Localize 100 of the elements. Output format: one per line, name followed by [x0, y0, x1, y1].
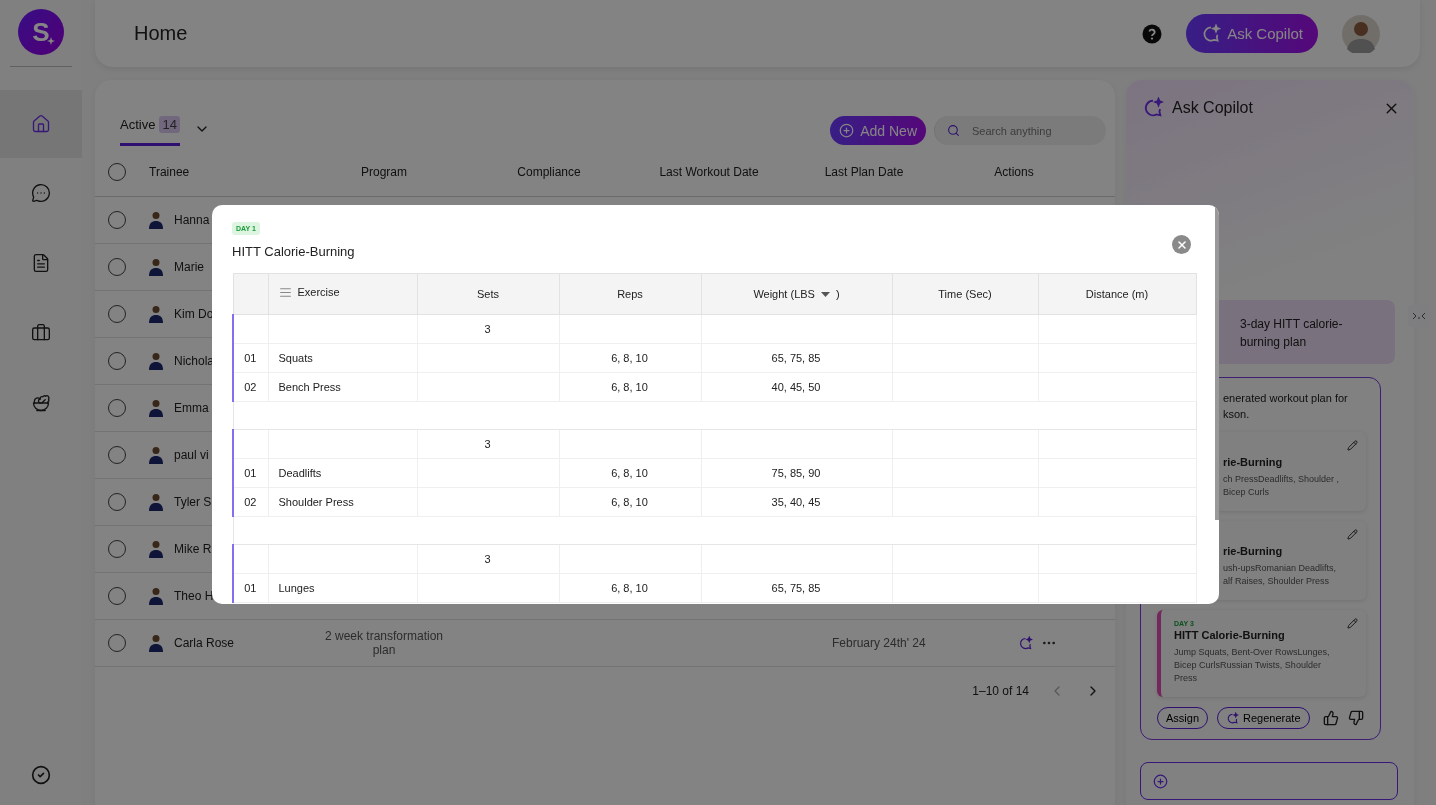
weight-value: 65, 75, 85 — [771, 581, 821, 594]
app-logo[interactable]: S — [18, 9, 64, 55]
exercise-number: 01 — [244, 466, 257, 479]
chat-icon — [31, 183, 51, 203]
weight-value: 75, 85, 90 — [771, 466, 821, 479]
trainee-name: Theo H — [174, 589, 214, 603]
trainee-avatar-icon — [148, 634, 164, 652]
thumbs-up-icon[interactable] — [1322, 710, 1339, 726]
column-header: ) — [835, 287, 840, 301]
trainee-name: Marie — [174, 260, 204, 274]
trainee-avatar-icon — [148, 540, 164, 558]
sets-value: 3 — [484, 322, 491, 335]
user-message: 3-day HITT calorie-burning plan — [1240, 317, 1343, 349]
exercise-name: Squats — [278, 351, 313, 364]
count-badge: 14 — [159, 116, 180, 133]
search-icon — [947, 124, 960, 137]
weight-value: 35, 40, 45 — [771, 495, 821, 508]
trainee-name: Hanna — [174, 213, 210, 227]
chat-sparkle-icon — [1201, 23, 1222, 44]
user-avatar[interactable] — [1342, 14, 1380, 53]
edit-icon[interactable] — [1347, 440, 1358, 451]
column-header: Time (Sec) — [938, 287, 992, 300]
trainee-avatar-icon — [148, 211, 164, 229]
check-circle-icon[interactable] — [31, 765, 51, 785]
reps-value: 6, 8, 10 — [611, 380, 648, 393]
trainee-avatar-icon — [148, 493, 164, 511]
page-title: Home — [134, 22, 189, 45]
weight-value: 40, 45, 50 — [771, 380, 821, 393]
edit-icon[interactable] — [1347, 529, 1358, 540]
lines-icon — [278, 286, 292, 299]
sets-value: 3 — [484, 437, 491, 450]
caret-icon[interactable] — [820, 291, 830, 297]
ask-copilot-button[interactable]: Ask Copilot — [1186, 14, 1318, 53]
plan-exercises: Jump Squats, Bent-Over RowsLunges, Bicep CurlsRussian Twists, Shoulder Press — [1174, 646, 1331, 685]
reply-text: enerated workout plan for kson. — [1222, 391, 1349, 422]
copilot-title: Ask Copilot — [1172, 99, 1254, 117]
last-plan-date: February 24th' 24 — [832, 636, 927, 650]
trainee-avatar-icon — [148, 258, 164, 276]
exercise-name: Lunges — [278, 581, 315, 594]
trainee-avatar-icon — [148, 446, 164, 464]
dialog-title: HITT Calorie-Burning — [232, 244, 355, 259]
document-icon — [31, 253, 51, 273]
trainee-avatar-icon — [148, 352, 164, 370]
search-box[interactable]: Search anything — [934, 116, 1106, 145]
edit-icon[interactable] — [1347, 618, 1358, 629]
exercise-name: Shoulder Press — [278, 495, 354, 508]
trainee-avatar-icon — [148, 587, 164, 605]
plan-title: HITT Calorie-Burning — [1174, 629, 1286, 641]
sets-value: 3 — [484, 552, 491, 565]
column-header: Sets — [477, 287, 499, 300]
exercise-number: 02 — [244, 380, 257, 393]
thumbs-down-icon[interactable] — [1347, 710, 1364, 726]
active-tab[interactable]: Active 14 — [120, 106, 180, 146]
plus-circle-icon[interactable] — [1153, 773, 1168, 789]
reps-value: 6, 8, 10 — [611, 351, 648, 364]
exercise-name: Bench Press — [278, 380, 341, 393]
column-header: Reps — [617, 287, 643, 300]
trainee-name: Mike R — [174, 542, 212, 556]
column-header: Distance (m) — [1085, 287, 1149, 300]
exercise-name: Deadlifts — [278, 466, 322, 479]
search-field[interactable]: Search anything — [970, 123, 1084, 138]
exercise-number: 02 — [244, 495, 257, 508]
column-header: Last Workout Date — [658, 164, 760, 179]
column-header: Last Plan Date — [823, 164, 905, 179]
close-button[interactable] — [1172, 235, 1191, 254]
trainee-avatar-icon — [148, 399, 164, 417]
trainee-name: paul vi — [174, 448, 209, 462]
regenerate-icon — [1018, 635, 1033, 651]
trainee-name: Tyler S — [174, 495, 212, 509]
add-new-button[interactable]: Add New — [830, 116, 926, 145]
bowl-icon — [31, 393, 51, 413]
column-header: Actions — [993, 164, 1035, 179]
plus-circle-icon — [839, 123, 855, 138]
home-icon — [31, 114, 51, 134]
column-header: Compliance — [516, 164, 582, 179]
reps-value: 6, 8, 10 — [611, 495, 648, 508]
reps-value: 6, 8, 10 — [611, 466, 648, 479]
exercise-number: 01 — [244, 351, 257, 364]
trainee-avatar-icon — [148, 305, 164, 323]
column-header: Exercise — [297, 286, 340, 299]
message-field[interactable] — [1140, 762, 1398, 800]
briefcase-icon — [31, 323, 51, 343]
plan-title: rie-Burning — [1223, 545, 1284, 557]
column-header: Trainee — [149, 164, 191, 179]
regenerate-icon — [1226, 711, 1240, 725]
weight-value: 65, 75, 85 — [771, 351, 821, 364]
close-icon — [1175, 238, 1188, 251]
exercise-number: 01 — [244, 581, 257, 594]
trainee-name: Emma — [174, 401, 209, 415]
trainee-name: Carla Rose — [174, 636, 235, 650]
reps-value: 6, 8, 10 — [611, 581, 648, 594]
help-icon[interactable] — [1142, 23, 1163, 44]
pagination-text: 1–10 of 14 — [972, 684, 1029, 698]
plan-title: rie-Burning — [1223, 456, 1284, 468]
column-header: Weight (LBS — [753, 287, 815, 301]
column-header: Program — [360, 164, 408, 179]
chat-sparkle-icon — [1142, 97, 1164, 119]
plan-exercises: ch PressDeadlifts, Shoulder , Bicep Curls — [1223, 473, 1341, 499]
program-cell-text: 2 week transformation plan — [323, 629, 445, 657]
plan-exercises: ush-upsRomanian Deadlifts, alf Raises, Shoulder Press — [1223, 562, 1338, 588]
